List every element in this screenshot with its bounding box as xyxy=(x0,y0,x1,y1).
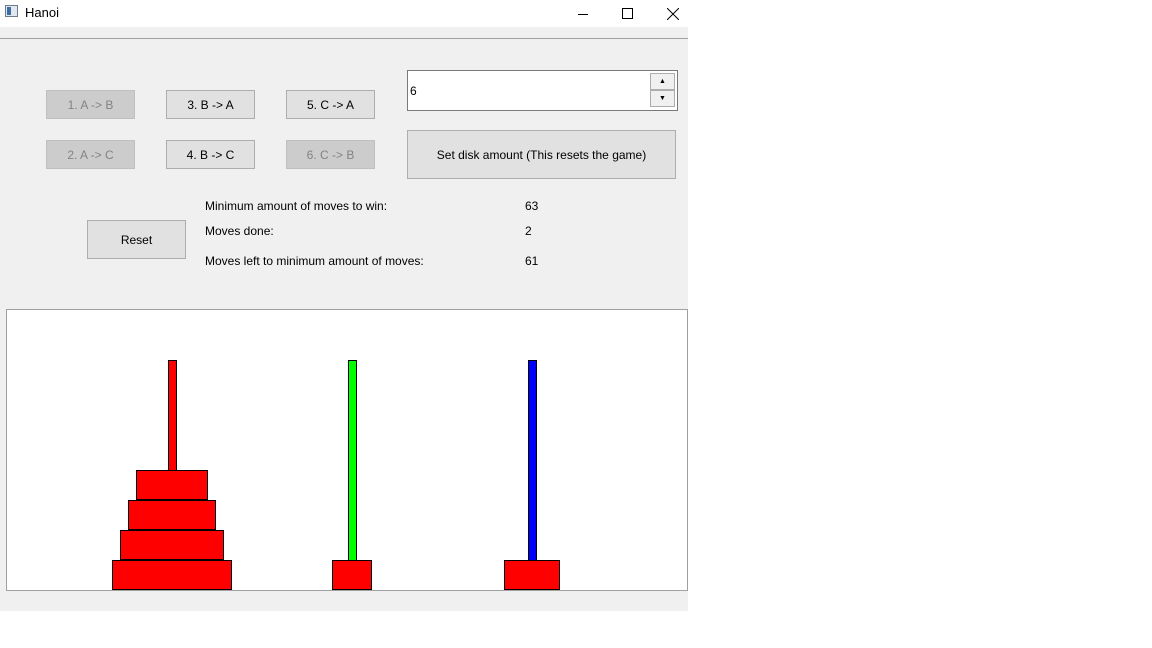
menu-separator xyxy=(0,38,688,39)
set-disk-amount-button[interactable]: Set disk amount (This resets the game) xyxy=(407,130,676,179)
minimize-button[interactable] xyxy=(560,0,605,27)
move-c-to-a-button[interactable]: 5. C -> A xyxy=(286,90,375,119)
moves-done-value: 2 xyxy=(525,224,532,238)
disk-amount-value[interactable]: 6 xyxy=(410,84,417,98)
move-a-to-c-button[interactable]: 2. A -> C xyxy=(46,140,135,169)
maximize-button[interactable] xyxy=(605,0,650,27)
disk-amount-spinbox[interactable]: 6 ▲ ▼ xyxy=(407,70,678,111)
disk-size-6 xyxy=(112,560,232,590)
peg-b xyxy=(347,360,357,590)
arrow-down-icon: ▼ xyxy=(659,95,666,102)
arrow-up-icon: ▲ xyxy=(659,78,666,85)
moves-left-value: 61 xyxy=(525,254,539,268)
spin-down-button[interactable]: ▼ xyxy=(650,90,675,107)
disk-size-3 xyxy=(136,470,208,500)
window-title: Hanoi xyxy=(25,5,59,20)
peg-c xyxy=(527,360,537,590)
move-a-to-b-button[interactable]: 1. A -> B xyxy=(46,90,135,119)
title-bar[interactable]: Hanoi xyxy=(0,0,688,27)
reset-button[interactable]: Reset xyxy=(87,220,186,259)
move-c-to-b-button[interactable]: 6. C -> B xyxy=(286,140,375,169)
hanoi-board xyxy=(6,309,688,591)
spin-up-button[interactable]: ▲ xyxy=(650,73,675,90)
minimize-icon xyxy=(577,13,588,15)
disk-size-1 xyxy=(332,560,372,590)
maximize-icon xyxy=(622,8,633,19)
close-button[interactable] xyxy=(650,0,695,27)
disk-size-4 xyxy=(128,500,216,530)
min-moves-label: Minimum amount of moves to win: xyxy=(205,199,388,213)
moves-left-label: Moves left to minimum amount of moves: xyxy=(205,254,424,268)
move-b-to-c-button[interactable]: 4. B -> C xyxy=(166,140,255,169)
close-icon xyxy=(666,7,679,20)
hanoi-window: Hanoi 1. A -> B 2. A -> C 3. B -> A 4. B… xyxy=(0,0,688,611)
move-b-to-a-button[interactable]: 3. B -> A xyxy=(166,90,255,119)
app-icon xyxy=(5,5,18,17)
min-moves-value: 63 xyxy=(525,199,539,213)
moves-done-label: Moves done: xyxy=(205,224,274,238)
disk-size-2 xyxy=(504,560,560,590)
disk-size-5 xyxy=(120,530,224,560)
